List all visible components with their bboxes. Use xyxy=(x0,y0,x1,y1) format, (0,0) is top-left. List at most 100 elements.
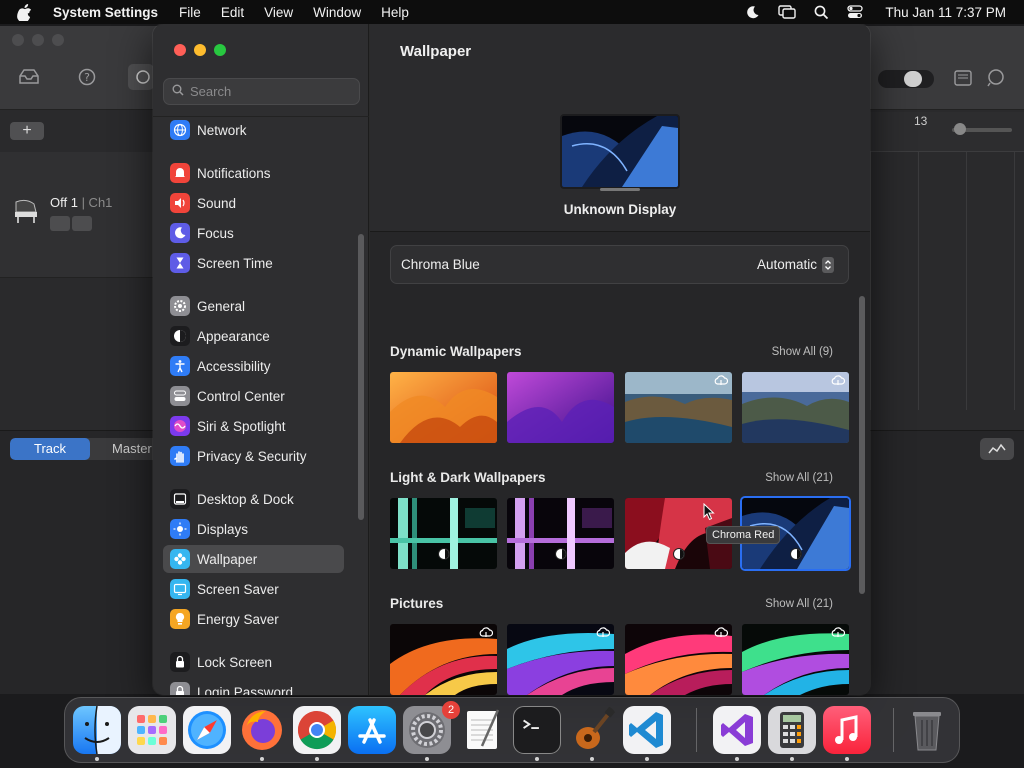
menu-file[interactable]: File xyxy=(179,5,201,20)
track-grid[interactable] xyxy=(870,152,1024,410)
wallpaper-thumb-chroma-green[interactable] xyxy=(390,498,497,569)
smart-controls-icon[interactable] xyxy=(128,64,154,90)
menu-edit[interactable]: Edit xyxy=(221,5,244,20)
menu-app-name[interactable]: System Settings xyxy=(53,5,158,20)
sidebar-item-label: Screen Time xyxy=(197,255,273,271)
sidebar-item-network[interactable]: Network xyxy=(163,116,344,144)
sidebar-item-label: Wallpaper xyxy=(197,551,258,567)
calculator-app-icon[interactable] xyxy=(768,706,816,754)
textedit-app-icon[interactable] xyxy=(458,706,506,754)
sidebar-item-login-password[interactable]: Login Password xyxy=(163,678,344,695)
wallpaper-thumb-picture-1[interactable] xyxy=(390,624,497,695)
finder-app-icon[interactable] xyxy=(73,706,121,754)
running-indicator xyxy=(645,757,649,761)
loop-browser-icon[interactable] xyxy=(986,68,1008,90)
display-preview[interactable] xyxy=(560,114,680,189)
terminal-app-icon[interactable] xyxy=(513,706,561,754)
zoom-button[interactable] xyxy=(214,44,226,56)
siri-icon xyxy=(170,416,190,436)
sidebar-item-displays[interactable]: Displays xyxy=(163,515,344,543)
running-indicator xyxy=(535,757,539,761)
launchpad-app-icon[interactable] xyxy=(128,706,176,754)
section-dynamic: Dynamic Wallpapers Show All (9) xyxy=(390,344,833,359)
sidebar-item-label: Lock Screen xyxy=(197,654,273,670)
screen-mirroring-icon[interactable] xyxy=(778,5,797,19)
smart-control-button[interactable] xyxy=(980,438,1014,460)
sidebar-item-label: Focus xyxy=(197,225,234,241)
chrome-app-icon[interactable] xyxy=(293,706,341,754)
running-indicator xyxy=(790,757,794,761)
sidebar-item-wallpaper[interactable]: Wallpaper xyxy=(163,545,344,573)
sidebar-item-label: Screen Saver xyxy=(197,581,279,597)
wallpaper-thumb-catalina-dusk[interactable] xyxy=(742,372,849,443)
sidebar-item-notifications[interactable]: Notifications xyxy=(163,159,344,187)
garageband-app-icon[interactable] xyxy=(568,706,616,754)
sidebar-item-siri-spotlight[interactable]: Siri & Spotlight xyxy=(163,412,344,440)
sidebar-item-focus[interactable]: Focus xyxy=(163,219,344,247)
search-input[interactable] xyxy=(190,84,350,99)
menu-window[interactable]: Window xyxy=(313,5,361,20)
sidebar-item-desktop-dock[interactable]: Desktop & Dock xyxy=(163,485,344,513)
show-all-button[interactable]: Show All (21) xyxy=(765,472,833,484)
trash-icon[interactable] xyxy=(903,706,951,754)
menu-help[interactable]: Help xyxy=(381,5,409,20)
sidebar-item-accessibility[interactable]: Accessibility xyxy=(163,352,344,380)
spotlight-search-icon[interactable] xyxy=(814,5,829,20)
gallery-scrollbar[interactable] xyxy=(859,296,865,594)
sidebar-item-lock-screen[interactable]: Lock Screen xyxy=(163,648,344,676)
show-all-button[interactable]: Show All (9) xyxy=(772,346,833,358)
close-button[interactable] xyxy=(174,44,186,56)
firefox-app-icon[interactable] xyxy=(238,706,286,754)
running-indicator xyxy=(260,757,264,761)
dock-icon xyxy=(170,489,190,509)
sidebar-item-appearance[interactable]: Appearance xyxy=(163,322,344,350)
minimize-button[interactable] xyxy=(194,44,206,56)
sidebar-item-control-center[interactable]: Control Center xyxy=(163,382,344,410)
running-indicator xyxy=(590,757,594,761)
show-all-button[interactable]: Show All (21) xyxy=(765,598,833,610)
menu-view[interactable]: View xyxy=(264,5,293,20)
sidebar-item-sound[interactable]: Sound xyxy=(163,189,344,217)
light-dark-mode-icon xyxy=(438,548,450,560)
headphones-button[interactable] xyxy=(72,216,92,231)
mute-button[interactable] xyxy=(50,216,70,231)
menu-clock[interactable]: Thu Jan 11 7:37 PM xyxy=(885,5,1006,20)
sidebar-scrollbar[interactable] xyxy=(358,234,364,520)
accessibility-icon xyxy=(170,356,190,376)
appearance-mode-popup[interactable]: Automatic xyxy=(757,256,834,273)
control-center-icon[interactable] xyxy=(847,5,864,19)
wallpaper-thumb-picture-4[interactable] xyxy=(742,624,849,695)
vscode-app-icon[interactable] xyxy=(623,706,671,754)
wallpaper-thumb-picture-3[interactable] xyxy=(625,624,732,695)
moon-icon xyxy=(170,223,190,243)
safari-app-icon[interactable] xyxy=(183,706,231,754)
tab-track[interactable]: Track xyxy=(10,438,91,460)
sidebar-item-energy-saver[interactable]: Energy Saver xyxy=(163,605,344,633)
wallpaper-thumb-picture-2[interactable] xyxy=(507,624,614,695)
visual-studio-app-icon[interactable] xyxy=(713,706,761,754)
globe-icon xyxy=(170,120,190,140)
background-toggle[interactable] xyxy=(878,70,934,88)
notepad-icon[interactable] xyxy=(954,70,976,92)
zoom-slider-knob[interactable] xyxy=(954,123,966,135)
music-app-icon[interactable] xyxy=(823,706,871,754)
wallpaper-thumb-ventura-orange[interactable] xyxy=(390,372,497,443)
sidebar-item-screen-time[interactable]: Screen Time xyxy=(163,249,344,277)
help-icon[interactable]: ? xyxy=(78,68,100,90)
wallpaper-thumb-chroma-purple[interactable] xyxy=(507,498,614,569)
sidebar-item-general[interactable]: General xyxy=(163,292,344,320)
wallpaper-thumb-catalina-day[interactable] xyxy=(625,372,732,443)
library-icon[interactable] xyxy=(18,68,40,90)
sidebar-item-screen-saver[interactable]: Screen Saver xyxy=(163,575,344,603)
sun-icon xyxy=(170,519,190,539)
app-store-app-icon[interactable] xyxy=(348,706,396,754)
search-field[interactable] xyxy=(163,78,360,105)
apple-menu-icon[interactable] xyxy=(17,3,35,21)
sidebar-item-label: Displays xyxy=(197,521,249,537)
sidebar-item-privacy-security[interactable]: Privacy & Security xyxy=(163,442,344,470)
add-track-button[interactable]: + xyxy=(10,122,44,140)
wallpaper-thumb-ventura-purple[interactable] xyxy=(507,372,614,443)
moon-icon[interactable] xyxy=(745,5,760,20)
current-wallpaper-name: Chroma Blue xyxy=(401,257,480,272)
wallpaper-header: Wallpaper Unknown Display xyxy=(370,24,870,232)
